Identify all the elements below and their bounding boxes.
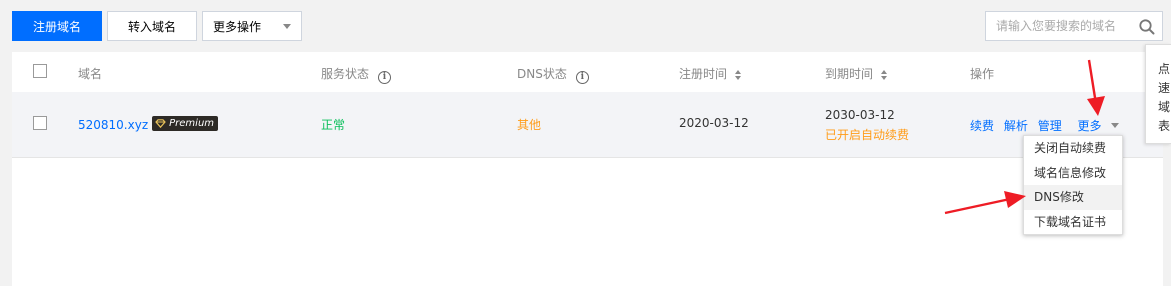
- info-icon[interactable]: i: [378, 71, 392, 84]
- register-time-value: 2020-03-12: [679, 116, 749, 130]
- header-register-time-label: 注册时间: [679, 67, 728, 81]
- manage-link[interactable]: 管理: [1038, 119, 1062, 133]
- resolve-link[interactable]: 解析: [1004, 119, 1028, 133]
- menu-item-disable-auto-renew[interactable]: 关闭自动续费: [1024, 136, 1122, 161]
- domain-table: 域名 服务状态 i DNS状态 i 注册时间 到期时间 操作 520810.xyz P…: [12, 52, 1163, 286]
- row-actions: 续费 解析 管理 更多: [970, 117, 1119, 134]
- table-row: 520810.xyz Premium 正常 其他 2020-03-12 2030-…: [12, 92, 1163, 158]
- premium-badge-label: Premium: [169, 118, 215, 129]
- caret-down-icon: [1110, 123, 1119, 128]
- menu-item-edit-domain-info[interactable]: 域名信息修改: [1024, 161, 1122, 186]
- domain-cell: 520810.xyz Premium: [78, 116, 219, 132]
- row-checkbox[interactable]: [33, 116, 47, 130]
- header-expire-time[interactable]: 到期时间: [825, 65, 888, 82]
- search-icon[interactable]: [1138, 18, 1156, 36]
- premium-diamond-icon: [155, 119, 166, 128]
- menu-item-download-certificate[interactable]: 下载域名证书: [1024, 210, 1122, 235]
- header-dns-status: DNS状态 i: [517, 65, 589, 84]
- dns-status-value: 其他: [517, 118, 542, 132]
- more-actions-toggle[interactable]: 更多: [1078, 119, 1119, 133]
- select-all-checkbox[interactable]: [33, 64, 47, 78]
- search-input[interactable]: [986, 12, 1136, 40]
- register-domain-button[interactable]: 注册域名: [12, 11, 102, 41]
- sort-icon[interactable]: [881, 69, 888, 80]
- side-tip-char: 表: [1158, 119, 1171, 133]
- more-operations-label: 更多操作: [213, 19, 262, 34]
- service-status-value: 正常: [321, 118, 346, 132]
- header-domain: 域名: [78, 67, 103, 81]
- more-actions-label: 更多: [1077, 119, 1102, 133]
- header-expire-time-label: 到期时间: [825, 67, 874, 81]
- domain-link[interactable]: 520810.xyz: [78, 118, 148, 132]
- toolbar: 注册域名 转入域名 更多操作: [0, 0, 1171, 52]
- more-operations-dropdown[interactable]: 更多操作: [202, 11, 302, 41]
- header-register-time[interactable]: 注册时间: [679, 65, 742, 82]
- sort-icon[interactable]: [735, 69, 742, 80]
- renew-link[interactable]: 续费: [970, 119, 994, 133]
- header-actions: 操作: [970, 67, 995, 81]
- expire-time-value: 2030-03-12: [825, 108, 895, 122]
- info-icon[interactable]: i: [575, 71, 589, 84]
- header-dns-status-label: DNS状态: [517, 67, 567, 81]
- header-service-status: 服务状态 i: [321, 65, 392, 84]
- transfer-domain-button[interactable]: 转入域名: [107, 11, 197, 41]
- auto-renew-status: 已开启自动续费: [825, 128, 910, 142]
- side-tip-char: 域: [1158, 100, 1171, 114]
- table-header: 域名 服务状态 i DNS状态 i 注册时间 到期时间 操作: [12, 52, 1163, 93]
- header-service-status-label: 服务状态: [321, 67, 370, 81]
- more-actions-menu: 关闭自动续费 域名信息修改 DNS修改 下载域名证书: [1023, 135, 1123, 235]
- search-box: [985, 11, 1163, 41]
- premium-badge: Premium: [152, 116, 219, 131]
- chevron-down-icon: [283, 24, 291, 29]
- side-tip-panel: 点 速 域 表: [1145, 44, 1171, 144]
- side-tip-char: 速: [1158, 81, 1171, 95]
- menu-item-dns-modify[interactable]: DNS修改: [1024, 185, 1122, 210]
- side-tip-char: 点: [1158, 62, 1171, 76]
